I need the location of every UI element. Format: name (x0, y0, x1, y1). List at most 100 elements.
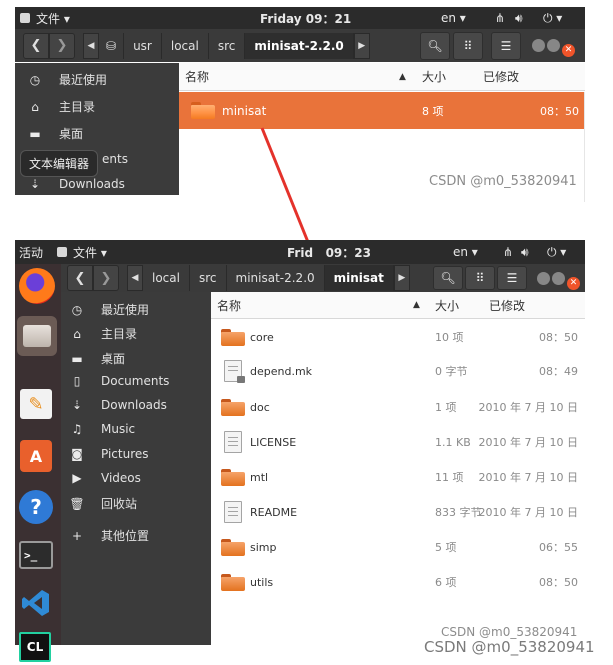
file-name: depend.mk (250, 364, 313, 378)
terminal-icon[interactable]: >_ (19, 541, 53, 569)
sidebar-item-recent[interactable]: ◷ 最近使用 (65, 301, 149, 318)
watermark-inner: CSDN @m0_53820941 (441, 625, 578, 639)
language-indicator[interactable]: en ▾ (453, 245, 478, 259)
folder-icon (221, 329, 245, 346)
sidebar-item-documents[interactable]: ▯ Documents (65, 374, 170, 388)
sidebar-item-desktop[interactable]: ▬ 桌面 (65, 350, 125, 367)
file-modified: 06：55 (539, 541, 578, 554)
cabinet-drawer (23, 325, 51, 347)
file-name: mtl (250, 470, 269, 484)
sidebar-item-videos[interactable]: ▶ Videos (65, 471, 141, 485)
clock[interactable]: Frid 09：23 (287, 244, 371, 261)
header-bar: ❮ ❯ ◀ local src minisat-2.2.0 minisat ▶ … (61, 264, 585, 292)
breadcrumb-minisat-2-2-0[interactable]: minisat-2.2.0 (227, 265, 325, 291)
back-button[interactable]: ❮ (67, 265, 93, 291)
software-center-icon[interactable]: A (20, 440, 52, 472)
lock-emblem (237, 376, 245, 383)
file-size: 10 项 (435, 331, 464, 344)
file-size: 11 项 (435, 471, 464, 484)
forward-button[interactable]: ❯ (93, 265, 119, 291)
files-app-icon (57, 247, 68, 257)
home-icon: ⌂ (73, 326, 81, 341)
column-name[interactable]: 名称 (217, 297, 241, 314)
sort-ascending-icon[interactable]: ▲ (413, 300, 420, 310)
sidebar-item-trash[interactable]: 🗑︎ 回收站 (65, 495, 137, 512)
file-size: 1 项 (435, 401, 457, 414)
minimize-button[interactable] (537, 272, 550, 285)
menu-button[interactable]: ☰ (497, 266, 527, 290)
path-scroll-left[interactable]: ◀ (127, 265, 143, 291)
file-name: simp (250, 540, 277, 554)
file-modified: 2010 年 7 月 10 日 (478, 401, 578, 414)
view-toggle-button[interactable]: ⠿ (465, 266, 495, 290)
maximize-button[interactable] (552, 272, 565, 285)
bottom-screenshot: 活动 文件 ▾ Frid 09：23 en ▾ ⋔ 🔊︎ ⏻ ▾ ✎ A ? >… (15, 240, 585, 662)
list-item-utils[interactable]: utils 6 项 08：50 (211, 569, 585, 595)
file-size: 5 项 (435, 541, 457, 554)
app-menu[interactable]: 文件 ▾ (73, 244, 107, 261)
breadcrumb-minisat[interactable]: minisat (324, 265, 394, 291)
file-icon (224, 431, 242, 453)
sidebar-item-home[interactable]: ⌂ 主目录 (65, 325, 137, 342)
list-item-simp[interactable]: simp 5 项 06：55 (211, 534, 585, 560)
folder-icon (221, 399, 245, 416)
watermark-outer: CSDN @m0_53820941 (424, 638, 595, 656)
column-size[interactable]: 大小 (435, 297, 459, 314)
folder-icon (221, 469, 245, 486)
sidebar: ◷ 最近使用 ⌂ 主目录 ▬ 桌面 ▯ Documents ⇣ Downloads ♫ Mu… (61, 292, 211, 645)
folder-icon (221, 574, 245, 591)
folder-icon (221, 539, 245, 556)
clion-icon[interactable]: CL (19, 632, 51, 662)
file-icon (224, 501, 242, 523)
trash-icon: 🗑︎ (69, 496, 85, 511)
help-icon[interactable]: ? (19, 490, 53, 524)
downloads-icon: ⇣ (71, 398, 83, 412)
search-button[interactable]: 🔍︎ (433, 266, 463, 290)
file-modified: 08：50 (539, 331, 578, 344)
file-modified: 2010 年 7 月 10 日 (478, 436, 578, 449)
list-item-mtl[interactable]: mtl 11 项 2010 年 7 月 10 日 (211, 464, 585, 490)
dock: ✎ A ? >_ CL (15, 264, 61, 662)
file-name: doc (250, 400, 270, 414)
close-button[interactable]: ✕ (567, 277, 580, 290)
network-icon[interactable]: ⋔ (503, 245, 513, 259)
arrow-line (260, 127, 314, 253)
file-name: README (250, 505, 298, 519)
file-size: 0 字节 (435, 365, 468, 378)
sidebar-item-downloads[interactable]: ⇣ Downloads (65, 398, 167, 412)
file-list: core 10 项 08：50 depend.mk 0 字节 08：49 doc… (211, 319, 585, 645)
volume-icon[interactable]: 🔊︎ (521, 245, 529, 260)
text-editor-icon[interactable]: ✎ (20, 389, 52, 419)
list-item-doc[interactable]: doc 1 项 2010 年 7 月 10 日 (211, 394, 585, 420)
power-icon[interactable]: ⏻ ▾ (547, 245, 566, 260)
activities-button[interactable]: 活动 (19, 244, 43, 261)
documents-icon: ▯ (73, 374, 81, 388)
path-scroll-right[interactable]: ▶ (393, 265, 410, 291)
desktop-icon: ▬ (71, 351, 83, 366)
plus-icon: + (71, 528, 83, 543)
files-icon[interactable] (17, 316, 57, 356)
list-item-core[interactable]: core 10 项 08：50 (211, 324, 585, 350)
breadcrumb-local[interactable]: local (143, 265, 190, 291)
list-item-license[interactable]: LICENSE 1.1 KB 2010 年 7 月 10 日 (211, 429, 585, 455)
file-size: 1.1 KB (435, 435, 471, 449)
window-controls: ✕ (535, 272, 580, 290)
column-header: 名称 ▲ 大小 已修改 (211, 292, 585, 319)
file-modified: 08：49 (539, 365, 578, 378)
list-item-readme[interactable]: README 833 字节 2010 年 7 月 10 日 (211, 499, 585, 525)
firefox-icon[interactable] (19, 268, 55, 304)
file-icon (224, 360, 245, 383)
breadcrumb-src[interactable]: src (190, 265, 227, 291)
list-item-depend-mk[interactable]: depend.mk 0 字节 08：49 (211, 358, 585, 384)
file-name: LICENSE (250, 435, 297, 449)
file-name: core (250, 330, 274, 344)
file-size: 833 字节 (435, 506, 482, 519)
sidebar-item-pictures[interactable]: ◙ Pictures (65, 447, 148, 461)
clock-icon: ◷ (71, 302, 83, 317)
vscode-icon[interactable] (20, 587, 52, 619)
column-modified[interactable]: 已修改 (489, 297, 525, 314)
music-icon: ♫ (71, 422, 83, 436)
sidebar-item-music[interactable]: ♫ Music (65, 422, 136, 436)
sidebar-item-other-locations[interactable]: + 其他位置 (65, 527, 149, 544)
file-modified: 2010 年 7 月 10 日 (478, 506, 578, 519)
